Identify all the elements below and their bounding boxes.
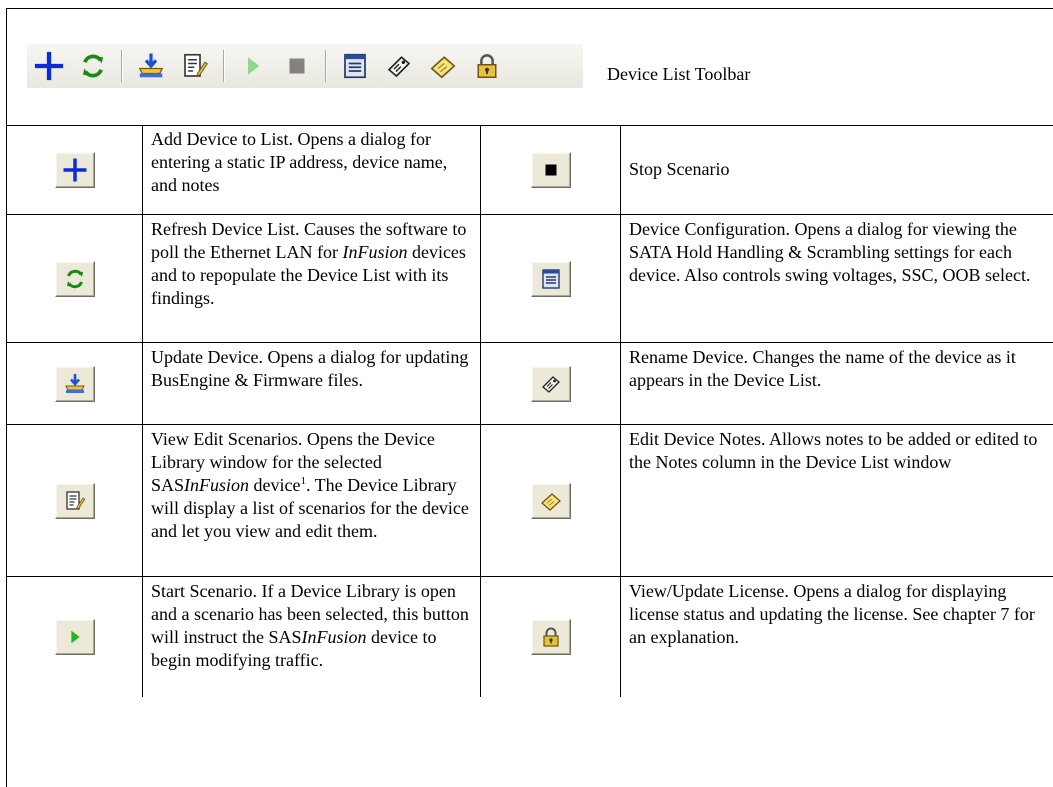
toolbar-separator <box>325 50 327 82</box>
icon-cell <box>481 343 621 424</box>
refresh-device-list-button[interactable] <box>54 260 95 297</box>
notes-icon <box>540 492 561 511</box>
view-edit-text-device: device <box>249 475 301 495</box>
add-icon[interactable] <box>27 44 71 88</box>
stop-scenario-text: Stop Scenario <box>629 158 730 179</box>
icon-cell <box>7 425 143 576</box>
view-edit-scenarios-description: View Edit Scenarios. Opens the Device Li… <box>143 425 481 576</box>
edit-scenario-icon[interactable] <box>173 44 217 88</box>
device-config-icon <box>541 268 560 289</box>
product-name: InFusion <box>342 242 408 262</box>
table-row: View Edit Scenarios. Opens the Device Li… <box>7 425 1053 577</box>
device-list-toolbar <box>27 44 583 88</box>
start-scenario-button[interactable] <box>54 619 95 655</box>
icon-cell <box>481 125 621 214</box>
stop-scenario-description: Stop Scenario <box>621 125 1053 214</box>
stop-icon <box>545 164 556 175</box>
rename-device-description: Rename Device. Changes the name of the d… <box>629 347 1016 390</box>
refresh-icon[interactable] <box>71 44 115 88</box>
license-description: View/Update License. Opens a dialog for … <box>629 581 1035 647</box>
product-name: InFusion <box>184 475 250 495</box>
refresh-icon <box>65 269 84 288</box>
table-row: Add Device to List. Opens a dialog for e… <box>7 125 1053 215</box>
device-config-icon[interactable] <box>333 44 377 88</box>
edit-device-notes-description: Edit Device Notes. Allows notes to be ad… <box>629 429 1038 472</box>
start-scenario-description: Start Scenario. If a Device Library is o… <box>143 577 481 697</box>
device-configuration-description: Device Configuration. Opens a dialog for… <box>629 219 1031 285</box>
update-device-button[interactable] <box>54 365 95 402</box>
update-icon[interactable] <box>129 44 173 88</box>
toolbar-separator <box>223 50 225 82</box>
device-configuration-button[interactable] <box>530 260 571 297</box>
refresh-description: Refresh Device List. Causes the software… <box>143 215 481 342</box>
icon-cell <box>7 215 143 342</box>
view-edit-scenarios-button[interactable] <box>54 482 95 519</box>
update-device-description: Update Device. Opens a dialog for updati… <box>143 343 481 424</box>
table-row: Refresh Device List. Causes the software… <box>7 215 1053 343</box>
view-update-license-button[interactable] <box>530 619 571 655</box>
add-device-description: Add Device to List. Opens a dialog for e… <box>143 125 481 214</box>
toolbar-section: Device List Toolbar <box>7 9 1053 126</box>
table-row: Start Scenario. If a Device Library is o… <box>7 577 1053 697</box>
rename-icon[interactable] <box>377 44 421 88</box>
add-device-button[interactable] <box>54 151 95 188</box>
stop-icon[interactable] <box>275 44 319 88</box>
toolbar-separator <box>121 50 123 82</box>
start-icon[interactable] <box>231 44 275 88</box>
update-icon <box>64 372 85 394</box>
icon-cell <box>7 125 143 214</box>
notes-icon[interactable] <box>421 44 465 88</box>
license-icon <box>542 627 559 647</box>
toolbar-reference-table: Add Device to List. Opens a dialog for e… <box>7 125 1053 697</box>
icon-cell <box>481 215 621 342</box>
toolbar-caption: Device List Toolbar <box>607 64 751 84</box>
license-icon[interactable] <box>465 44 509 88</box>
table-row: Update Device. Opens a dialog for updati… <box>7 343 1053 425</box>
edit-scenario-icon <box>65 490 85 510</box>
product-name: InFusion <box>301 627 367 647</box>
document-frame: Device List Toolbar Add Device to List. … <box>6 8 1053 787</box>
icon-cell <box>481 577 621 697</box>
edit-device-notes-button[interactable] <box>530 482 571 519</box>
start-icon <box>70 630 80 644</box>
stop-scenario-button[interactable] <box>530 151 571 188</box>
icon-cell <box>7 343 143 424</box>
rename-icon <box>541 375 560 393</box>
icon-cell <box>7 577 143 697</box>
rename-device-button[interactable] <box>530 365 571 402</box>
add-icon <box>63 158 86 181</box>
icon-cell <box>481 425 621 576</box>
